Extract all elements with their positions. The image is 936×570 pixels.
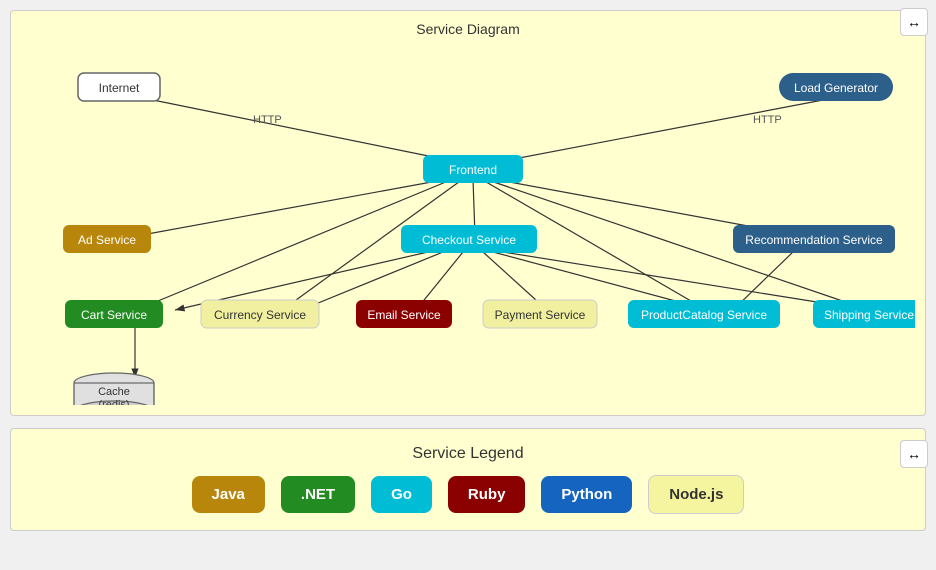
legend-java[interactable]: Java (192, 476, 265, 513)
legend-items: Java .NET Go Ruby Python Node.js (192, 475, 745, 514)
productcatalog-service-label: ProductCatalog Service (641, 308, 767, 322)
legend-nodejs[interactable]: Node.js (648, 475, 744, 514)
legend-ruby[interactable]: Ruby (448, 476, 526, 513)
legend-title: Service Legend (412, 445, 523, 463)
expand-diagram-button[interactable]: ↔ (900, 8, 928, 36)
ad-service-label: Ad Service (78, 233, 136, 247)
internet-label: Internet (99, 81, 140, 95)
diagram-svg: HTTP HTTP (21, 45, 915, 405)
load-generator-label: Load Generator (794, 81, 878, 95)
legend-net[interactable]: .NET (281, 476, 355, 513)
diagram-title: Service Diagram (21, 21, 915, 37)
shipping-service-label: Shipping Service (824, 308, 914, 322)
email-service-label: Email Service (367, 308, 441, 322)
cart-service-label: Cart Service (81, 308, 147, 322)
checkout-service-label: Checkout Service (422, 233, 516, 247)
frontend-label: Frontend (449, 163, 497, 177)
page-container: ↔ Service Diagram HTTP HTTP (0, 0, 936, 541)
cache-label-line2: (redis) (98, 399, 129, 405)
legend-panel: Service Legend Java .NET Go Ruby Python … (10, 428, 926, 531)
expand-legend-button[interactable]: ↔ (900, 440, 928, 468)
currency-service-label: Currency Service (214, 308, 306, 322)
svg-text:HTTP: HTTP (253, 114, 282, 126)
svg-text:HTTP: HTTP (753, 114, 782, 126)
legend-go[interactable]: Go (371, 476, 432, 513)
legend-python[interactable]: Python (541, 476, 632, 513)
diagram-svg-container: HTTP HTTP (21, 45, 915, 405)
cache-label-line1: Cache (98, 386, 130, 398)
diagram-panel: Service Diagram HTTP HTTP (10, 10, 926, 416)
payment-service-label: Payment Service (495, 308, 586, 322)
recommendation-service-label: Recommendation Service (745, 233, 883, 247)
